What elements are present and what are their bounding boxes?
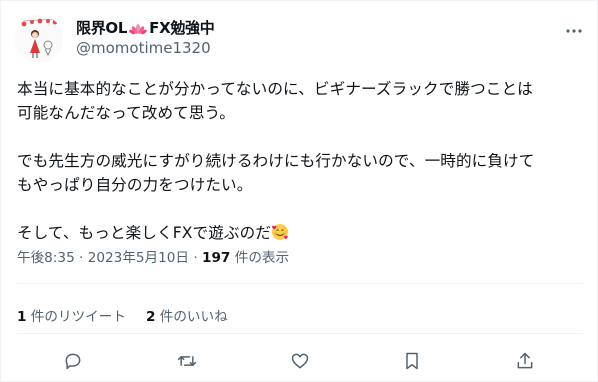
tweet-text: 本当に基本的なことが分かってないのに、ビギナーズラックで勝つことは 可能なんだな… <box>17 77 589 245</box>
divider <box>17 283 583 284</box>
tweet-line: 可能なんだなって改めて思う。 <box>17 104 235 122</box>
meta-separator: · <box>79 250 84 266</box>
tweet-line: でも先生方の威光にすがり続けるわけにも行かないので、一時的に負けて <box>17 152 535 170</box>
tweet-line: 本当に基本的なことが分かってないのに、ビギナーズラックで勝つことは <box>17 80 533 98</box>
retweet-stat[interactable]: 1 件のリツイート <box>17 305 126 325</box>
author-name-suffix[interactable]: FX勉強中 <box>149 17 215 38</box>
share-icon[interactable] <box>513 349 537 373</box>
divider <box>17 333 583 334</box>
author-name-row[interactable]: 限界OL FX勉強中 <box>76 17 215 38</box>
tweet-time[interactable]: 午後8:35 <box>17 250 75 266</box>
action-bar <box>1 349 598 373</box>
tweet-date[interactable]: 2023年5月10日 <box>88 250 189 266</box>
avatar[interactable] <box>15 15 63 63</box>
tweet-line: もやっぱり自分の力をつけたい。 <box>17 176 253 194</box>
author-handle[interactable]: @momotime1320 <box>76 39 211 57</box>
more-options-icon[interactable] <box>564 21 584 41</box>
view-count: 197 <box>202 250 231 266</box>
engagement-stats: 1 件のリツイート 2 件のいいね <box>17 305 228 325</box>
author-display-name[interactable]: 限界OL <box>76 17 127 38</box>
tweet-line: そして、もっと楽しくFXで遊ぶのだ <box>17 224 272 242</box>
meta-separator: · <box>193 250 198 266</box>
retweet-icon[interactable] <box>175 349 199 373</box>
like-icon[interactable] <box>288 349 312 373</box>
tweet-meta: 午後8:35 · 2023年5月10日 · 197 件の表示 <box>17 246 289 266</box>
smiling-face-with-hearts-icon <box>271 223 289 241</box>
bookmark-icon[interactable] <box>400 349 424 373</box>
retweet-label: 件のリツイート <box>30 309 126 325</box>
retweet-count: 1 <box>17 309 27 325</box>
reply-icon[interactable] <box>61 349 85 373</box>
like-count: 2 <box>145 309 156 325</box>
like-label: 件のいいね <box>159 309 228 325</box>
like-stat[interactable]: 2 件のいいね <box>146 305 228 325</box>
tweet-line-last: そして、もっと楽しくFXで遊ぶのだ <box>17 221 589 245</box>
tweet-card: 限界OL FX勉強中 @momotime1320 本当に基本的なことが分かってな… <box>0 0 598 382</box>
view-label: 件の表示 <box>234 250 290 266</box>
lotus-icon <box>129 21 147 35</box>
